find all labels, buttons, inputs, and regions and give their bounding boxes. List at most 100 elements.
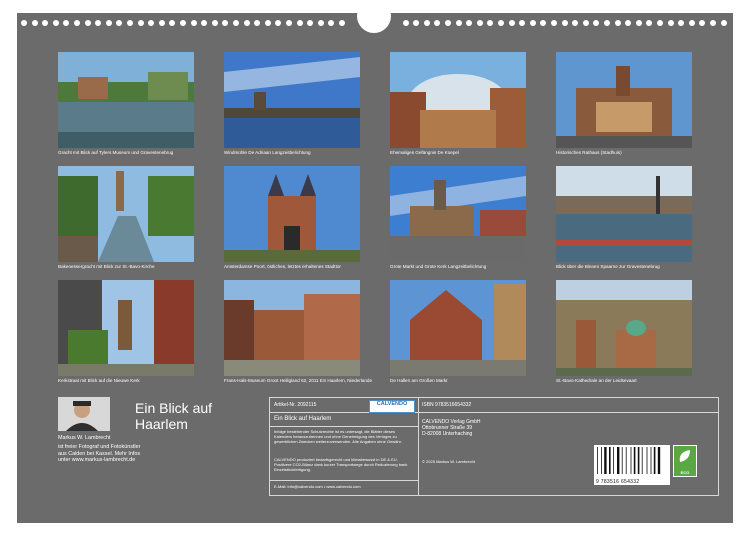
photo-canal-tylers [58, 52, 194, 148]
barcode-bar [597, 447, 598, 474]
eco-notice: CALVENDO produziert bedarfsgerecht und k… [274, 457, 408, 472]
photo-caption: Grote Markt und Grote Kerk Langzeitbelic… [390, 264, 487, 269]
binding-hole [328, 20, 335, 26]
barcode-bar [609, 447, 611, 474]
binding-hole [317, 20, 324, 26]
binding-hole [455, 20, 462, 26]
binding-hole [275, 20, 282, 26]
binding-hole [434, 20, 441, 26]
barcode-bar [630, 447, 632, 474]
photo-caption: Kerkstraat mit Blick auf die Nieuwe Kerk [58, 378, 140, 383]
binding-hole [137, 20, 144, 26]
barcode: 9 783516 654332 [594, 445, 670, 485]
calvendo-logo: CALVENDO [369, 400, 415, 413]
binding-hole [190, 20, 197, 26]
photo-caption: Historisches Rathaus (Stadhuis) [556, 150, 622, 155]
binding-hole [561, 20, 568, 26]
barcode-bar [646, 447, 648, 474]
binding-hole [74, 20, 80, 26]
barcode-bar [613, 447, 614, 474]
binding-hole [31, 20, 38, 26]
binding-hole [243, 20, 250, 26]
binding-hole [519, 20, 526, 26]
binding-hole [699, 20, 706, 26]
binding-hole [264, 20, 271, 26]
binding-hole [84, 20, 91, 26]
legal-notice: Infolge bestehender Schutzrechte ist es … [274, 429, 402, 444]
calendar-title: Ein Blick auf Haarlem [135, 400, 213, 432]
isbn: ISBN 9783516654332 [422, 402, 472, 408]
binding-hole [487, 20, 494, 26]
barcode-bar [601, 447, 602, 474]
barcode-bar [641, 447, 643, 474]
binding-hole [116, 20, 123, 26]
barcode-bar [621, 447, 623, 474]
photo-caption: Gracht mit Blick auf Tylers Museum und G… [58, 150, 174, 155]
barcode-bar [650, 447, 652, 474]
binding-hole [254, 20, 261, 26]
binding-hole [710, 20, 716, 26]
binding-hole [508, 20, 515, 26]
binding-hole [105, 20, 112, 26]
barcode-bar [637, 447, 640, 474]
photo-st-bavo-kathedrale [556, 280, 692, 376]
binding-hole [127, 20, 133, 26]
binding-hole [63, 20, 70, 26]
hanger-cutout [357, 0, 391, 33]
photo-caption: De Hallen am Großen Markt [390, 378, 448, 383]
binding-hole [551, 20, 557, 26]
barcode-bar [604, 447, 607, 474]
binding-hole [52, 20, 59, 26]
binding-hole [158, 20, 165, 26]
binding-hole [413, 20, 420, 26]
photo-caption: St.-Bavo-Kathedrale an der Leidsevaart [556, 378, 637, 383]
binding-hole [445, 20, 451, 26]
binding-hole [572, 20, 579, 26]
barcode-bar [657, 447, 661, 474]
binding-hole [657, 20, 663, 26]
binding-hole [625, 20, 632, 26]
binding-hole [540, 20, 547, 26]
photo-bakenessergracht [58, 166, 194, 262]
photo-kerkstraat [58, 280, 194, 376]
photo-windmill [224, 52, 360, 148]
binding-hole [529, 20, 536, 26]
binding-hole [667, 20, 674, 26]
binding-hole [169, 20, 176, 26]
binding-hole [476, 20, 483, 26]
barcode-bar [617, 447, 620, 474]
binding-hole [233, 20, 239, 26]
binding-hole [95, 20, 102, 26]
binding-hole [423, 20, 430, 26]
binding-hole [148, 20, 155, 26]
binding-hole [211, 20, 218, 26]
photo-binnen-spaarne [556, 166, 692, 262]
eco-badge: ECO [673, 445, 697, 477]
binding-hole [222, 20, 229, 26]
calendar-back-page: Gracht mit Blick auf Tylers Museum und G… [17, 0, 733, 523]
photo-de-koepel [390, 52, 526, 148]
photo-stadhuis [556, 52, 692, 148]
photo-frans-hals-museum [224, 280, 360, 376]
binding-hole [296, 20, 303, 26]
binding-hole [593, 20, 600, 26]
photo-grote-markt [390, 166, 526, 262]
photo-caption: Frans-Hals-Museum Groot Heiligland 62, 2… [224, 378, 373, 383]
photo-caption: Bakenessergracht mit Blick zur St.-Bavo-… [58, 264, 155, 269]
photo-caption: Amsterdamse Poort, östliches, letztes er… [224, 264, 341, 269]
barcode-bar [653, 447, 656, 474]
barcode-number: 9 783516 654332 [596, 479, 640, 485]
article-number: Artikel-Nr. 2092115 [274, 402, 317, 408]
binding-hole [635, 20, 642, 26]
binding-hole [582, 20, 589, 26]
binding-hole [21, 20, 27, 26]
photo-caption: Ehemaliges Gefängnis De Koepel [390, 150, 459, 155]
author-info: Markus W. Lambrecht ist freier Fotograf … [58, 435, 141, 464]
info-title: Ein Blick auf Haarlem [274, 416, 332, 422]
contact-line: E-Mail: info@calvendo.com • www.calvendo… [274, 484, 361, 489]
binding-hole [498, 20, 504, 26]
binding-hole [180, 20, 186, 26]
binding-hole [720, 20, 727, 26]
photo-caption: Blick über die Binnen Spaarne zur Graves… [556, 264, 660, 269]
binding-hole [286, 20, 292, 26]
